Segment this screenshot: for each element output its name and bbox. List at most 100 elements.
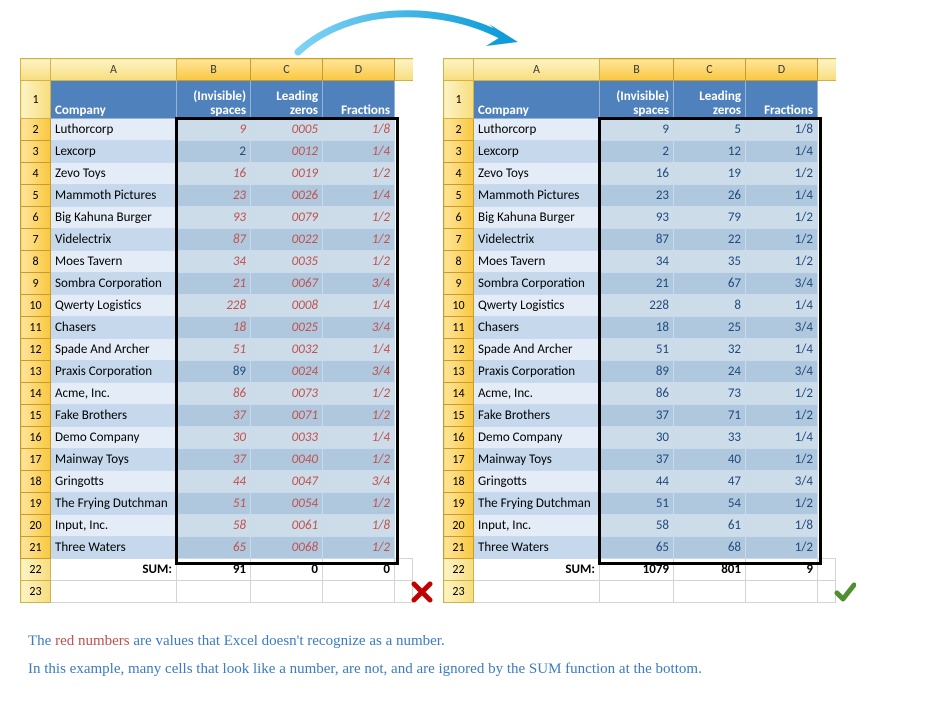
cell-value[interactable]: 54 xyxy=(674,493,746,515)
cell-value[interactable]: 3/4 xyxy=(746,361,818,383)
cell[interactable] xyxy=(395,339,413,361)
cell-value[interactable]: 1/2 xyxy=(323,207,395,229)
cell-value[interactable]: 73 xyxy=(674,383,746,405)
cell[interactable] xyxy=(395,515,413,537)
cell-value[interactable]: 93 xyxy=(600,207,674,229)
cell[interactable] xyxy=(818,449,836,471)
cell-value[interactable]: 3/4 xyxy=(323,273,395,295)
row-header[interactable]: 3 xyxy=(444,141,474,163)
row-header[interactable]: 16 xyxy=(21,427,51,449)
row-header[interactable]: 21 xyxy=(444,537,474,559)
cell-value[interactable]: 30 xyxy=(600,427,674,449)
row-header[interactable]: 8 xyxy=(444,251,474,273)
cell-value[interactable]: 0073 xyxy=(251,383,323,405)
cell-company[interactable]: Spade And Archer xyxy=(474,339,600,361)
cell-value[interactable]: 1/4 xyxy=(323,185,395,207)
cell-value[interactable]: 0068 xyxy=(251,537,323,559)
cell[interactable] xyxy=(818,81,836,119)
row-header[interactable]: 23 xyxy=(21,581,51,603)
cell-value[interactable]: 65 xyxy=(177,537,251,559)
cell-value[interactable]: 23 xyxy=(177,185,251,207)
cell[interactable] xyxy=(818,537,836,559)
cell-company[interactable]: Gringotts xyxy=(51,471,177,493)
cell[interactable] xyxy=(395,559,413,581)
row-header[interactable]: 16 xyxy=(444,427,474,449)
row-header[interactable]: 4 xyxy=(21,163,51,185)
sum-value[interactable]: 0 xyxy=(323,559,395,581)
row-header[interactable]: 13 xyxy=(21,361,51,383)
cell[interactable] xyxy=(818,515,836,537)
cell[interactable] xyxy=(818,317,836,339)
row-header[interactable]: 1 xyxy=(21,81,51,119)
cell-value[interactable]: 1/4 xyxy=(323,141,395,163)
header-company[interactable]: Company xyxy=(51,81,177,119)
cell[interactable] xyxy=(251,581,323,603)
cell-value[interactable]: 1/2 xyxy=(746,493,818,515)
cell[interactable] xyxy=(818,251,836,273)
cell-company[interactable]: Qwerty Logistics xyxy=(474,295,600,317)
cell-company[interactable]: Acme, Inc. xyxy=(51,383,177,405)
header-fractions[interactable]: Fractions xyxy=(746,81,818,119)
cell-value[interactable]: 3/4 xyxy=(323,317,395,339)
col-header-b[interactable]: B xyxy=(600,59,674,81)
sum-value[interactable]: 1079 xyxy=(600,559,674,581)
cell-value[interactable]: 0032 xyxy=(251,339,323,361)
cell-company[interactable]: Mammoth Pictures xyxy=(51,185,177,207)
row-header[interactable]: 15 xyxy=(21,405,51,427)
cell-company[interactable]: Moes Tavern xyxy=(474,251,600,273)
sum-value[interactable]: 801 xyxy=(674,559,746,581)
sum-label[interactable]: SUM: xyxy=(474,559,600,581)
col-header-b[interactable]: B xyxy=(177,59,251,81)
row-header[interactable]: 22 xyxy=(21,559,51,581)
cell-value[interactable]: 51 xyxy=(177,339,251,361)
cell[interactable] xyxy=(818,339,836,361)
cell-value[interactable]: 1/4 xyxy=(323,427,395,449)
cell-value[interactable]: 79 xyxy=(674,207,746,229)
cell[interactable] xyxy=(818,273,836,295)
cell[interactable] xyxy=(395,141,413,163)
cell[interactable] xyxy=(818,493,836,515)
cell-value[interactable]: 34 xyxy=(600,251,674,273)
cell-value[interactable]: 67 xyxy=(674,273,746,295)
cell-value[interactable]: 19 xyxy=(674,163,746,185)
cell[interactable] xyxy=(818,119,836,141)
cell-value[interactable]: 58 xyxy=(177,515,251,537)
cell-value[interactable]: 1/2 xyxy=(746,383,818,405)
cell-value[interactable]: 0019 xyxy=(251,163,323,185)
cell[interactable] xyxy=(674,581,746,603)
cell-value[interactable]: 0033 xyxy=(251,427,323,449)
cell-value[interactable]: 3/4 xyxy=(746,273,818,295)
cell-value[interactable]: 23 xyxy=(600,185,674,207)
cell-company[interactable]: The Frying Dutchman xyxy=(474,493,600,515)
row-header[interactable]: 8 xyxy=(21,251,51,273)
cell-value[interactable]: 18 xyxy=(600,317,674,339)
cell-company[interactable]: Videlectrix xyxy=(474,229,600,251)
cell-value[interactable]: 1/4 xyxy=(746,185,818,207)
cell-value[interactable]: 51 xyxy=(177,493,251,515)
cell-company[interactable]: Big Kahuna Burger xyxy=(51,207,177,229)
cell-value[interactable]: 1/4 xyxy=(746,339,818,361)
row-header[interactable]: 10 xyxy=(21,295,51,317)
cell-value[interactable]: 0067 xyxy=(251,273,323,295)
row-header[interactable]: 15 xyxy=(444,405,474,427)
cell-value[interactable]: 0047 xyxy=(251,471,323,493)
row-header[interactable]: 5 xyxy=(21,185,51,207)
cell-company[interactable]: Fake Brothers xyxy=(51,405,177,427)
col-header-e[interactable] xyxy=(818,59,836,81)
cell-value[interactable]: 1/2 xyxy=(746,405,818,427)
cell-company[interactable]: Chasers xyxy=(474,317,600,339)
cell-value[interactable]: 2 xyxy=(177,141,251,163)
col-header-a[interactable]: A xyxy=(474,59,600,81)
cell[interactable] xyxy=(818,207,836,229)
cell-value[interactable]: 9 xyxy=(600,119,674,141)
cell-value[interactable]: 1/2 xyxy=(323,537,395,559)
cell-company[interactable]: Input, Inc. xyxy=(51,515,177,537)
cell-company[interactable]: Luthorcorp xyxy=(474,119,600,141)
cell-value[interactable]: 0040 xyxy=(251,449,323,471)
cell-value[interactable]: 1/2 xyxy=(746,449,818,471)
row-header[interactable]: 12 xyxy=(21,339,51,361)
row-header[interactable]: 6 xyxy=(444,207,474,229)
cell-company[interactable]: Gringotts xyxy=(474,471,600,493)
col-header-d[interactable]: D xyxy=(746,59,818,81)
cell-value[interactable]: 34 xyxy=(177,251,251,273)
